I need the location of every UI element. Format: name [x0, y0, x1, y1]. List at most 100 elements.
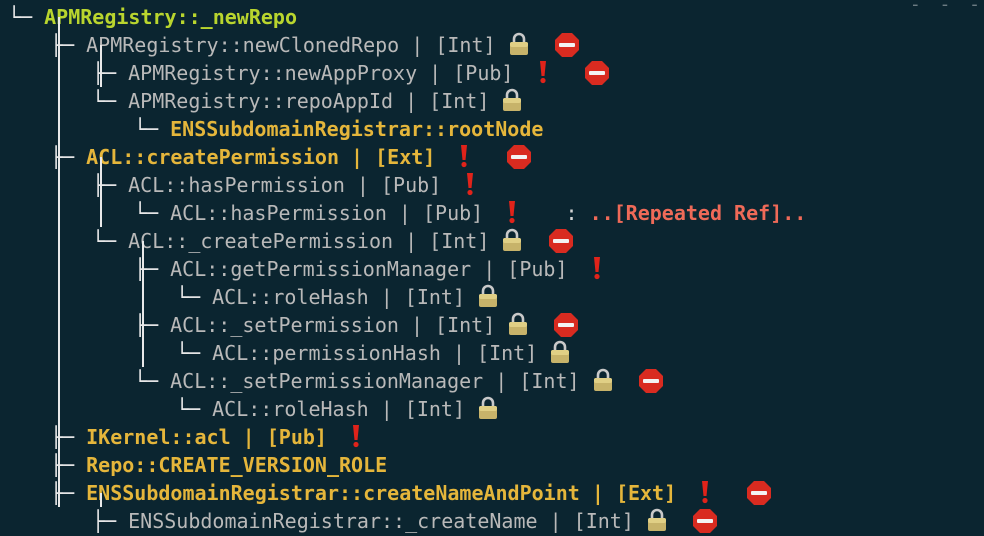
lock-icon [501, 88, 523, 112]
exclamation-icon [351, 424, 361, 448]
stop-sign-icon [553, 312, 579, 338]
tree-branch: └─ [176, 341, 213, 365]
tree-branch: ├─ [50, 481, 87, 505]
stop-sign-icon [584, 60, 610, 86]
visibility-tag: [Int] [404, 285, 466, 309]
tree-branch: ├─ [92, 173, 129, 197]
tree-branch: └─ [176, 285, 213, 309]
function-name: APMRegistry::newAppProxy [128, 61, 418, 85]
function-name: APMRegistry::repoAppId [128, 89, 394, 113]
visibility-tag: [Pub] [266, 425, 327, 449]
tree-guide-line [142, 241, 144, 367]
tree-branch: ├─ [134, 257, 171, 281]
tree-row: ├─ ACL::hasPermission | [Pub] [92, 171, 475, 199]
tree-branch: └─ [92, 89, 129, 113]
function-name: ENSSubdomainRegistrar::_createName [128, 509, 538, 533]
tree-branch: ├─ [50, 453, 87, 477]
exclamation-icon [700, 480, 710, 504]
visibility-tag: [Int] [573, 509, 634, 533]
visibility-tag: [Int] [477, 341, 538, 365]
lock-icon [507, 312, 529, 336]
tree-branch: ├─ [92, 61, 129, 85]
function-name: ACL::hasPermission [128, 173, 345, 197]
separator: | [440, 341, 478, 365]
separator: | [339, 145, 376, 169]
function-name: APMRegistry::newClonedRepo [86, 33, 400, 57]
function-name: ENSSubdomainRegistrar::rootNode [170, 117, 544, 141]
lock-icon [477, 284, 499, 308]
tree-row: ├─ ENSSubdomainRegistrar::_createName | … [92, 507, 718, 535]
visibility-tag: [Pub] [507, 257, 568, 281]
separator: | [230, 425, 267, 449]
visibility-tag: [Pub] [453, 61, 514, 85]
terminal-window: - - - └─ APMRegistry::_newRepo ├─ APMRegi… [0, 0, 984, 536]
lock-icon [508, 32, 530, 56]
tree-row: ├─ APMRegistry::newClonedRepo | [Int] [50, 31, 580, 59]
exclamation-icon [465, 172, 475, 196]
tree-branch: ├─ [134, 313, 171, 337]
function-name: IKernel::acl [86, 425, 231, 449]
tree-row: ├─ APMRegistry::newAppProxy | [Pub] [92, 59, 610, 87]
stop-sign-icon [548, 228, 574, 254]
visibility-tag: [Ext] [615, 481, 677, 505]
visibility-tag: [Int] [519, 369, 580, 393]
tree-row: ├─ ACL::_setPermission | [Int] [134, 311, 579, 339]
separator: | [368, 397, 405, 421]
lock-icon [477, 396, 499, 420]
visibility-tag: [Int] [435, 313, 496, 337]
separator: | [368, 285, 405, 309]
visibility-tag: [Int] [404, 397, 466, 421]
tree-row: └─ ACL::roleHash | [Int] [176, 283, 499, 311]
tree-branch: └─ [176, 397, 213, 421]
tree-branch: ├─ [92, 509, 129, 533]
tree-branch: ├─ [50, 425, 87, 449]
visibility-tag: [Int] [429, 89, 490, 113]
tree-guide-line [100, 493, 102, 507]
tree-branch: ├─ [50, 33, 87, 57]
tree-guide-line [58, 17, 60, 507]
tree-row: ├─ ENSSubdomainRegistrar::createNameAndP… [50, 479, 772, 507]
lock-icon [592, 368, 614, 392]
tree-guide-line [100, 157, 102, 227]
lock-icon [501, 228, 523, 252]
separator: | [483, 369, 520, 393]
function-name: ACL::_createPermission [128, 229, 394, 253]
function-name: Repo::CREATE_VERSION_ROLE [86, 453, 388, 477]
note-separator: : [517, 201, 590, 225]
separator: | [393, 229, 430, 253]
stop-sign-icon [638, 368, 664, 394]
visibility-tag: [Int] [435, 33, 496, 57]
function-name: APMRegistry::_newRepo [44, 5, 297, 29]
lock-icon [549, 340, 571, 364]
exclamation-icon [592, 256, 602, 280]
tree-row: └─ ACL::roleHash | [Int] [176, 395, 499, 423]
tree-branch: └─ [134, 117, 171, 141]
tree-branch: └─ [134, 201, 171, 225]
tree-branch: └─ [92, 229, 129, 253]
repeated-ref-note: ..[Repeated Ref].. [589, 201, 807, 225]
tree-row: └─ ACL::hasPermission | [Pub] : ..[Repea… [134, 199, 806, 227]
separator: | [417, 61, 454, 85]
visibility-tag: [Pub] [423, 201, 484, 225]
function-name: ACL::_setPermission [170, 313, 399, 337]
stop-sign-icon [692, 508, 718, 534]
tree-row: ├─ ACL::createPermission | [Ext] [50, 143, 532, 171]
function-name: ACL::roleHash [212, 285, 369, 309]
separator: | [471, 257, 508, 281]
tree-row: ├─ Repo::CREATE_VERSION_ROLE [50, 451, 387, 479]
lock-icon [646, 508, 668, 532]
top-fragment: - - - [909, 0, 984, 15]
tree-row: └─ ACL::permissionHash | [Int] [176, 339, 571, 367]
function-name: ENSSubdomainRegistrar::createNameAndPoin… [86, 481, 580, 505]
function-name: ACL::createPermission [86, 145, 339, 169]
tree-guide-line [100, 45, 102, 87]
function-name: ACL::getPermissionManager [170, 257, 472, 281]
visibility-tag: [Ext] [375, 145, 436, 169]
tree-row: └─ APMRegistry::_newRepo [8, 3, 297, 31]
tree-branch: └─ [8, 5, 45, 29]
separator: | [344, 173, 381, 197]
visibility-tag: [Int] [429, 229, 490, 253]
separator: | [399, 33, 436, 57]
function-name: ACL::_setPermissionManager [170, 369, 484, 393]
tree-row: └─ ENSSubdomainRegistrar::rootNode [134, 115, 543, 143]
